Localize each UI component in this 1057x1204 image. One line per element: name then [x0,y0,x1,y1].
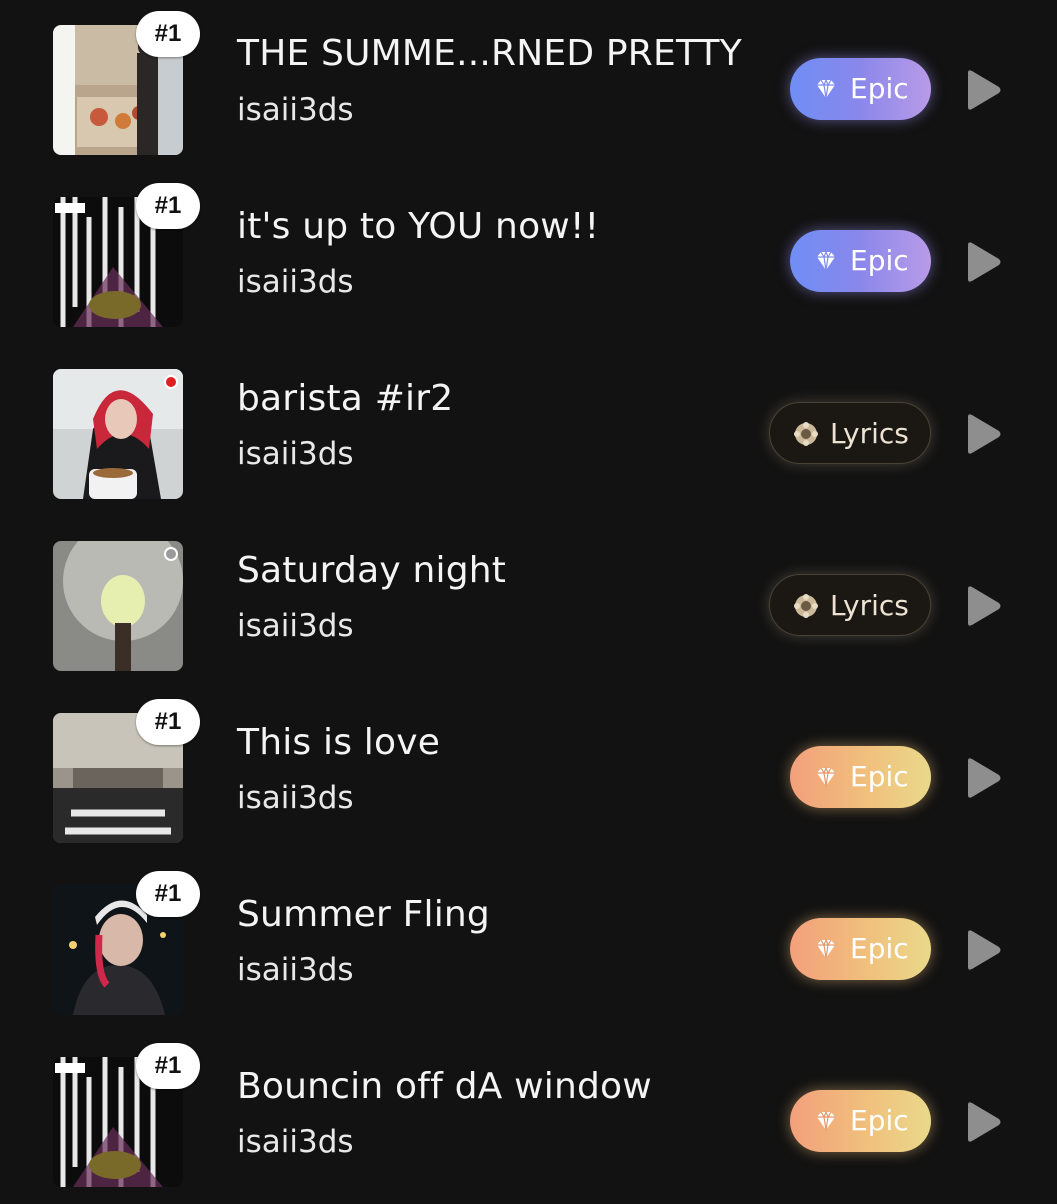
tag-label: Epic [850,72,909,105]
track-row[interactable]: barista #ir2 isaii3ds Lyrics [0,344,1057,516]
artist-name[interactable]: isaii3ds [237,435,354,473]
status-dot [164,375,178,389]
track-title[interactable]: THE SUMME...RNED PRETTY [237,32,742,76]
play-icon[interactable] [962,928,1004,972]
track-title[interactable]: barista #ir2 [237,377,453,421]
tag-label: Lyrics [830,589,909,622]
album-cover[interactable] [53,541,183,671]
epic-tag[interactable]: Epic [790,1090,931,1152]
epic-tag[interactable]: Epic [790,58,931,120]
track-title[interactable]: Saturday night [237,549,506,593]
rank-badge: #1 [136,1043,200,1089]
diamond-icon [812,1107,840,1135]
track-row[interactable]: #1 it's up to YOU now!! isaii3ds Epic [0,172,1057,344]
epic-tag[interactable]: Epic [790,230,931,292]
artist-name[interactable]: isaii3ds [237,91,354,129]
play-icon[interactable] [962,68,1004,112]
album-cover[interactable] [53,369,183,499]
tag-label: Epic [850,244,909,277]
artist-name[interactable]: isaii3ds [237,1123,354,1161]
rank-badge: #1 [136,183,200,229]
rank-badge: #1 [136,11,200,57]
play-icon[interactable] [962,1100,1004,1144]
play-icon[interactable] [962,584,1004,628]
ornament-icon [792,420,820,448]
tag-label: Epic [850,932,909,965]
track-row[interactable]: Saturday night isaii3ds Lyrics [0,516,1057,688]
track-title[interactable]: Summer Fling [237,893,490,937]
tag-label: Epic [850,1104,909,1137]
track-row[interactable]: #1 Summer Fling isaii3ds Epic [0,860,1057,1032]
track-title[interactable]: it's up to YOU now!! [237,205,599,249]
rank-badge: #1 [136,699,200,745]
track-row[interactable]: #1 Bouncin off dA window isaii3ds Epic [0,1032,1057,1204]
track-title[interactable]: This is love [237,721,440,765]
ornament-icon [792,592,820,620]
track-row[interactable]: #1 THE SUMME...RNED PRETTY isaii3ds Epic [0,0,1057,172]
track-row[interactable]: #1 This is love isaii3ds Epic [0,688,1057,860]
status-dot [164,547,178,561]
artist-name[interactable]: isaii3ds [237,951,354,989]
artist-name[interactable]: isaii3ds [237,263,354,301]
play-icon[interactable] [962,240,1004,284]
lyrics-tag[interactable]: Lyrics [769,402,931,464]
diamond-icon [812,763,840,791]
epic-tag[interactable]: Epic [790,918,931,980]
rank-badge: #1 [136,871,200,917]
artist-name[interactable]: isaii3ds [237,779,354,817]
diamond-icon [812,935,840,963]
play-icon[interactable] [962,412,1004,456]
lyrics-tag[interactable]: Lyrics [769,574,931,636]
diamond-icon [812,75,840,103]
artist-name[interactable]: isaii3ds [237,607,354,645]
diamond-icon [812,247,840,275]
tag-label: Epic [850,760,909,793]
play-icon[interactable] [962,756,1004,800]
track-title[interactable]: Bouncin off dA window [237,1065,652,1109]
epic-tag[interactable]: Epic [790,746,931,808]
tag-label: Lyrics [830,417,909,450]
